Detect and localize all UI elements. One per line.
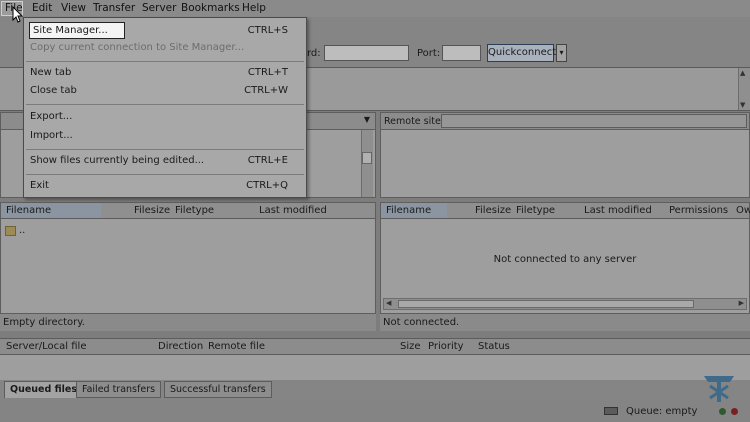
port-field[interactable] xyxy=(442,45,481,61)
col-owner[interactable]: Ow xyxy=(736,205,750,216)
scroll-left-icon[interactable]: ◀ xyxy=(386,299,391,307)
menu-help[interactable]: Help xyxy=(242,2,266,14)
col-last-modified[interactable]: Last modified xyxy=(259,205,327,216)
menu-transfer[interactable]: Transfer xyxy=(93,2,135,14)
log-scrollbar[interactable]: ▲ ▼ xyxy=(738,68,750,110)
local-status-text: Empty directory. xyxy=(3,317,85,328)
menu-bar: File Edit View Transfer Server Bookmarks… xyxy=(0,0,750,17)
menu-item-copy-connection[interactable]: Copy current connection to Site Manager.… xyxy=(30,40,300,56)
menu-item-shortcut: CTRL+E xyxy=(247,155,288,166)
local-file-list: Filename Filesize Filetype Last modified… xyxy=(0,202,376,314)
not-connected-message: Not connected to any server xyxy=(493,254,637,265)
menu-item-import[interactable]: Import... xyxy=(30,128,300,144)
col-server-local-file[interactable]: Server/Local file xyxy=(6,341,87,352)
remote-status-text: Not connected. xyxy=(383,317,460,328)
queue-list xyxy=(0,355,750,380)
mouse-cursor-icon xyxy=(12,6,24,23)
menu-item-shortcut: CTRL+Q xyxy=(246,180,288,191)
status-bar: Queue: empty xyxy=(0,400,750,422)
col-status[interactable]: Status xyxy=(478,341,510,352)
menu-item-shortcut: CTRL+W xyxy=(244,85,288,96)
menu-edit[interactable]: Edit xyxy=(32,2,52,14)
menu-item-label: Export... xyxy=(30,111,73,122)
tab-successful-transfers[interactable]: Successful transfers xyxy=(164,381,272,398)
local-file-list-header: Filename Filesize Filetype Last modified xyxy=(1,203,375,219)
port-label: Port: xyxy=(417,48,441,59)
menu-separator xyxy=(26,174,304,175)
menu-item-close-tab[interactable]: Close tab CTRL+W xyxy=(30,83,300,99)
menu-item-exit[interactable]: Exit CTRL+Q xyxy=(30,178,300,194)
col-remote-file[interactable]: Remote file xyxy=(208,341,265,352)
remote-site-bar: Remote site: xyxy=(381,113,749,130)
col-priority[interactable]: Priority xyxy=(428,341,464,352)
col-filename[interactable]: Filename xyxy=(6,205,51,216)
queue-status: Queue: empty xyxy=(626,406,698,417)
menu-item-label: Copy current connection to Site Manager.… xyxy=(30,42,245,53)
menu-item-label: Close tab xyxy=(30,85,77,96)
file-menu-dropdown: Site Manager... CTRL+S Copy current conn… xyxy=(23,17,307,198)
menu-view[interactable]: View xyxy=(61,2,86,14)
col-permissions[interactable]: Permissions xyxy=(669,205,728,216)
col-filetype[interactable]: Filetype xyxy=(516,205,555,216)
tab-failed-transfers[interactable]: Failed transfers xyxy=(76,381,162,398)
menu-separator xyxy=(26,61,304,62)
col-filesize[interactable]: Filesize xyxy=(134,205,170,216)
menu-item-show-edited-files[interactable]: Show files currently being edited... CTR… xyxy=(30,153,300,169)
list-item-name: .. xyxy=(19,225,26,236)
menu-item-label: Import... xyxy=(30,130,73,141)
menu-item-new-tab[interactable]: New tab CTRL+T xyxy=(30,65,300,81)
password-label: rd: xyxy=(307,48,321,59)
chevron-down-icon[interactable]: ▼ xyxy=(364,115,370,124)
watermark-logo-icon xyxy=(704,376,734,402)
menu-item-shortcut: CTRL+S xyxy=(247,25,288,36)
remote-file-list: Filename Filesize Filetype Last modified… xyxy=(380,202,750,314)
scroll-right-icon[interactable]: ▶ xyxy=(739,299,744,307)
menu-item-label: Show files currently being edited... xyxy=(30,155,205,166)
green-led-icon xyxy=(719,408,726,415)
col-direction[interactable]: Direction xyxy=(158,341,203,352)
remote-file-list-header: Filename Filesize Filetype Last modified… xyxy=(381,203,750,219)
scroll-up-icon[interactable]: ▲ xyxy=(740,69,745,77)
col-filesize[interactable]: Filesize xyxy=(475,205,511,216)
local-tree-scrollbar[interactable] xyxy=(361,130,373,197)
menu-separator xyxy=(26,104,304,105)
scroll-down-icon[interactable]: ▼ xyxy=(740,101,745,109)
folder-icon xyxy=(5,226,16,236)
menu-item-label: New tab xyxy=(30,67,72,78)
local-status-line: Empty directory. xyxy=(0,314,376,331)
red-led-icon xyxy=(731,408,738,415)
menu-item-shortcut: CTRL+T xyxy=(247,67,288,78)
col-filename[interactable]: Filename xyxy=(386,205,431,216)
menu-item-site-manager[interactable]: Site Manager... CTRL+S xyxy=(30,23,300,39)
col-last-modified[interactable]: Last modified xyxy=(584,205,652,216)
remote-site-label: Remote site: xyxy=(384,116,445,127)
queue-header: Server/Local file Direction Remote file … xyxy=(0,338,750,355)
menu-bookmarks[interactable]: Bookmarks xyxy=(181,2,240,14)
remote-site-input[interactable] xyxy=(441,114,747,128)
menu-separator xyxy=(26,149,304,150)
menu-item-export[interactable]: Export... xyxy=(30,109,300,125)
queue-tabs: Queued files Failed transfers Successful… xyxy=(0,380,750,400)
scroll-thumb[interactable] xyxy=(362,152,372,164)
speed-limit-icon[interactable] xyxy=(604,407,618,415)
tab-queued-files[interactable]: Queued files xyxy=(4,381,83,398)
menu-item-label: Exit xyxy=(30,180,49,191)
remote-horizontal-scrollbar[interactable]: ◀ ▶ xyxy=(383,298,747,310)
menu-item-label: Site Manager... xyxy=(33,25,108,36)
menu-server[interactable]: Server xyxy=(142,2,176,14)
remote-directory-tree: Remote site: xyxy=(380,112,750,198)
password-field[interactable] xyxy=(324,45,409,61)
quickconnect-history-dropdown[interactable]: ▾ xyxy=(556,44,567,62)
remote-status-line: Not connected. xyxy=(380,314,750,331)
col-filetype[interactable]: Filetype xyxy=(175,205,214,216)
scroll-thumb[interactable] xyxy=(398,300,694,308)
col-size[interactable]: Size xyxy=(400,341,421,352)
quickconnect-button[interactable]: Quickconnect xyxy=(487,44,556,62)
